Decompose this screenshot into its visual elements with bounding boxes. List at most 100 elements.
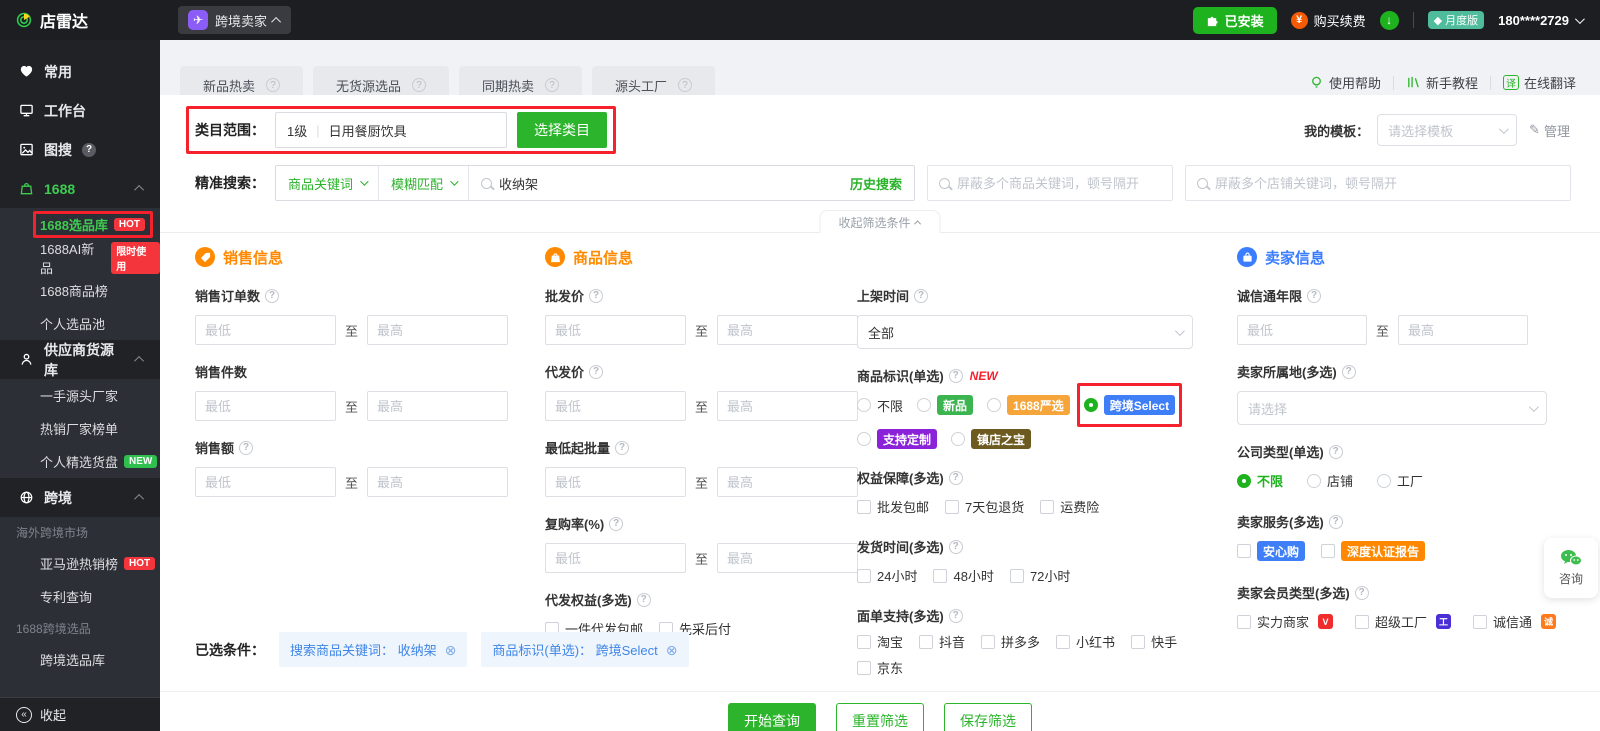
- category-input[interactable]: 1级 | 日用餐厨饮具: [275, 112, 507, 148]
- selected-tag-product-tag[interactable]: 商品标识(单选)： 跨境Select ⊗: [481, 632, 689, 667]
- history-search-link[interactable]: 历史搜索: [850, 174, 902, 193]
- sidebar-item-1688-xuanpinku[interactable]: 1688选品库 HOT: [0, 208, 160, 241]
- sidebar-item-personal-selection[interactable]: 个人精选货盘 NEW: [0, 445, 160, 478]
- radio-company-unlimited[interactable]: 不限: [1237, 471, 1283, 490]
- checkbox-chengxintong[interactable]: 诚信通诚: [1473, 612, 1557, 631]
- selected-tag-keyword[interactable]: 搜索商品关键词： 收纳架 ⊗: [279, 632, 468, 667]
- checkbox-jingdong[interactable]: 京东: [857, 658, 1212, 677]
- download-icon[interactable]: ↓: [1379, 10, 1399, 30]
- checkbox-xiaohongshu[interactable]: 小红书: [1056, 632, 1115, 651]
- block-product-keywords-input[interactable]: [957, 175, 1161, 191]
- max-input[interactable]: [367, 391, 509, 421]
- help-icon[interactable]: [1341, 364, 1356, 379]
- sidebar-group-crossborder[interactable]: 跨境: [0, 478, 160, 517]
- min-input[interactable]: [1237, 315, 1367, 345]
- reset-filters-button[interactable]: 重置筛选: [836, 703, 924, 731]
- max-input[interactable]: [367, 315, 509, 345]
- sidebar-item-1688-ai-new[interactable]: 1688AI新品 限时使用: [0, 241, 160, 276]
- sidebar-item-amazon-rank[interactable]: 亚马逊热销榜 HOT: [0, 547, 160, 580]
- help-icon[interactable]: [678, 78, 693, 92]
- sidebar-group-supplier[interactable]: 供应商货源库: [0, 340, 160, 379]
- min-input[interactable]: [545, 543, 686, 573]
- checkbox-taobao[interactable]: 淘宝: [857, 632, 903, 651]
- help-icon[interactable]: [609, 516, 624, 531]
- checkbox-strength-merchant[interactable]: 实力商家 V: [1237, 612, 1334, 631]
- checkbox-douyin[interactable]: 抖音: [919, 632, 965, 651]
- max-input[interactable]: [367, 467, 509, 497]
- help-icon[interactable]: [615, 440, 630, 455]
- min-input[interactable]: [545, 315, 686, 345]
- sidebar-item-workbench[interactable]: 工作台: [0, 91, 160, 130]
- template-select[interactable]: 请选择模板: [1377, 114, 1518, 146]
- app-logo[interactable]: 店雷达: [0, 8, 160, 32]
- max-input[interactable]: [1398, 315, 1529, 345]
- help-icon[interactable]: [266, 78, 281, 92]
- radio-tag-1688-yanxuan[interactable]: 1688严选: [987, 395, 1070, 415]
- sidebar-group-1688[interactable]: 1688: [0, 169, 160, 208]
- installed-button[interactable]: 已安装: [1192, 6, 1277, 34]
- sidebar-item-hot-factory-rank[interactable]: 热销厂家榜单: [0, 412, 160, 445]
- checkbox-super-factory[interactable]: 超级工厂工: [1355, 612, 1452, 631]
- checkbox-72h[interactable]: 72小时: [1009, 566, 1070, 585]
- radio-tag-store-treasure[interactable]: 镇店之宝: [951, 429, 1032, 449]
- manage-templates-link[interactable]: ✎ 管理: [1529, 121, 1570, 140]
- help-icon[interactable]: [1328, 514, 1343, 529]
- shelf-time-select[interactable]: 全部: [857, 315, 1193, 349]
- sidebar-item-patent-search[interactable]: 专利查询: [0, 580, 160, 613]
- checkbox-freight-insurance[interactable]: 运费险: [1040, 497, 1099, 516]
- help-icon[interactable]: [948, 368, 963, 383]
- help-icon[interactable]: [636, 592, 651, 607]
- match-mode-dropdown[interactable]: 模糊匹配: [379, 166, 470, 200]
- help-icon[interactable]: [948, 608, 963, 623]
- checkbox-48h[interactable]: 48小时: [933, 566, 994, 585]
- help-icon[interactable]: [1307, 288, 1322, 303]
- radio-tag-kuajing-select[interactable]: 跨境Select: [1076, 383, 1183, 427]
- help-icon[interactable]: [948, 470, 963, 485]
- radio-tag-customizable[interactable]: 支持定制: [857, 429, 938, 449]
- min-input[interactable]: [195, 315, 336, 345]
- checkbox-wholesale-free-ship[interactable]: 批发包邮: [857, 497, 929, 516]
- min-input[interactable]: [195, 467, 336, 497]
- translate-link[interactable]: 译 在线翻译: [1502, 73, 1576, 92]
- block-shop-keywords-field[interactable]: [1185, 165, 1571, 201]
- keyword-type-dropdown[interactable]: 商品关键词: [276, 166, 380, 200]
- checkbox-7day-return[interactable]: 7天包退货: [945, 497, 1024, 516]
- help-icon[interactable]: [1328, 444, 1343, 459]
- sidebar-item-1688-ranking[interactable]: 1688商品榜: [0, 274, 160, 307]
- usage-help-link[interactable]: 使用帮助: [1309, 73, 1381, 92]
- radio-company-shop[interactable]: 店铺: [1307, 471, 1353, 490]
- save-filters-button[interactable]: 保存筛选: [944, 703, 1032, 731]
- max-input[interactable]: [717, 391, 859, 421]
- checkbox-pinduoduo[interactable]: 拼多多: [981, 632, 1040, 651]
- checkbox-deep-cert-report[interactable]: 深度认证报告: [1321, 541, 1426, 561]
- help-icon[interactable]: [914, 288, 929, 303]
- min-input[interactable]: [545, 391, 686, 421]
- help-icon[interactable]: [589, 288, 604, 303]
- checkbox-kuaishou[interactable]: 快手: [1131, 632, 1177, 651]
- radio-tag-new-product[interactable]: 新品: [917, 395, 974, 415]
- block-product-keywords-field[interactable]: [927, 165, 1173, 201]
- help-icon[interactable]: [412, 78, 427, 92]
- radio-company-factory[interactable]: 工厂: [1377, 471, 1423, 490]
- consult-widget[interactable]: 咨询: [1544, 538, 1598, 598]
- help-icon[interactable]: [589, 364, 604, 379]
- help-icon[interactable]: [239, 440, 254, 455]
- tutorial-link[interactable]: 新手教程: [1406, 73, 1478, 92]
- start-query-button[interactable]: 开始查询: [728, 703, 816, 731]
- sidebar-item-personal-pool[interactable]: 个人选品池: [0, 307, 160, 340]
- help-icon[interactable]: [545, 78, 560, 92]
- help-icon[interactable]: ?: [82, 142, 96, 157]
- sidebar-item-favorites[interactable]: 常用: [0, 52, 160, 91]
- close-icon[interactable]: ⊗: [445, 643, 457, 657]
- seller-location-select[interactable]: 请选择: [1237, 391, 1547, 425]
- max-input[interactable]: [717, 315, 859, 345]
- max-input[interactable]: [717, 543, 859, 573]
- keyword-input[interactable]: [499, 175, 843, 191]
- max-input[interactable]: [717, 467, 859, 497]
- radio-tag-unlimited[interactable]: 不限: [857, 396, 903, 415]
- renew-button[interactable]: ¥ 购买续费: [1290, 11, 1366, 30]
- block-shop-keywords-input[interactable]: [1215, 175, 1559, 191]
- checkbox-24h[interactable]: 24小时: [857, 566, 917, 585]
- help-icon[interactable]: [1354, 585, 1369, 600]
- sidebar-item-crossborder-pool[interactable]: 跨境选品库: [0, 643, 160, 676]
